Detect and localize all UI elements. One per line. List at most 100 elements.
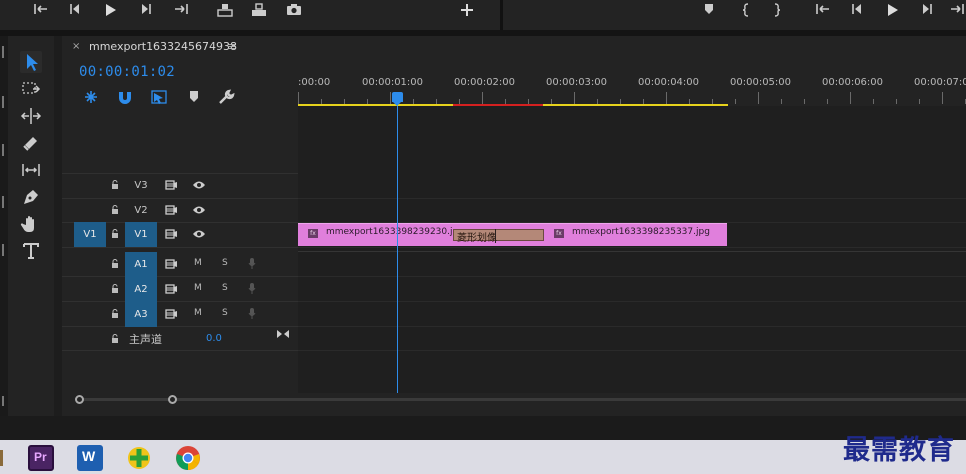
mark-in-button[interactable] [30, 2, 52, 18]
sequence-tab[interactable]: mmexport1633245674938 [89, 40, 237, 53]
add-button[interactable] [456, 2, 478, 18]
premiere-pro-app[interactable]: Pr [28, 445, 54, 471]
zoom-handle-left[interactable] [75, 395, 84, 404]
track-name[interactable]: V1 [125, 222, 157, 247]
safe-360-app[interactable] [126, 445, 152, 471]
export-frame-button[interactable] [283, 2, 305, 18]
track-name[interactable]: V3 [125, 173, 157, 198]
slip-tool[interactable] [20, 159, 42, 181]
toggle-sync-lock-icon[interactable] [165, 205, 177, 215]
zoom-handle-right[interactable] [168, 395, 177, 404]
microphone-icon[interactable] [248, 257, 256, 270]
playhead-line [397, 106, 398, 393]
program-step-back-button[interactable] [846, 2, 868, 18]
source-patch-v1[interactable]: V1 [74, 222, 106, 247]
track-select-icon [22, 82, 41, 94]
step-back-icon [852, 4, 861, 14]
taskbar-edge-app-icon[interactable] [0, 450, 3, 466]
type-tool[interactable] [20, 240, 42, 262]
go-to-out-icon [951, 4, 964, 14]
solo-button[interactable]: S [222, 258, 228, 268]
master-volume-value[interactable]: 0.0 [206, 333, 222, 344]
word-app[interactable]: W [77, 445, 103, 471]
linked-selection-toggle[interactable] [150, 89, 168, 105]
step-back-icon [70, 4, 79, 14]
timeline-settings[interactable] [217, 89, 235, 105]
close-tab-icon[interactable]: × [72, 41, 80, 52]
mute-button[interactable]: M [194, 258, 202, 268]
tools-panel [8, 36, 54, 416]
snap-toggle[interactable] [116, 89, 134, 105]
mark-in-icon [34, 4, 47, 14]
mute-button[interactable]: M [194, 308, 202, 318]
playhead-timecode[interactable]: 00:00:01:02 [79, 64, 175, 80]
overwrite-button[interactable] [248, 2, 270, 18]
panel-divider[interactable] [500, 0, 503, 30]
program-play-button[interactable] [881, 2, 903, 18]
ruler-major-tick [666, 92, 667, 104]
add-marker-timeline[interactable] [185, 89, 203, 105]
step-forward-icon [142, 4, 151, 14]
toggle-sync-lock-icon[interactable] [165, 259, 177, 269]
lock-icon[interactable] [111, 309, 119, 318]
mark-in-bracket-button[interactable] [735, 2, 757, 18]
ruler-label: 00:00:02:00 [454, 77, 516, 88]
video-clip[interactable]: fx mmexport1633398239230.jpg [298, 223, 464, 246]
go-to-in-button[interactable] [812, 2, 834, 18]
mark-out-bracket-button[interactable] [766, 2, 788, 18]
mute-button[interactable]: M [194, 283, 202, 293]
lock-icon[interactable] [111, 205, 119, 214]
eye-icon[interactable] [192, 205, 206, 215]
wrench-icon [219, 89, 235, 104]
chrome-app[interactable] [175, 445, 201, 471]
track-name[interactable]: V2 [125, 198, 157, 223]
go-to-out-button[interactable] [946, 2, 966, 18]
lock-icon[interactable] [111, 259, 119, 268]
ruler-label: 00:00:03:00 [546, 77, 608, 88]
marker-icon [705, 4, 713, 14]
nest-toggle[interactable] [82, 89, 100, 105]
lock-icon[interactable] [111, 229, 119, 238]
toggle-sync-lock-icon[interactable] [165, 284, 177, 294]
insert-button[interactable] [214, 2, 236, 18]
hand-tool[interactable] [20, 213, 42, 235]
microphone-icon[interactable] [248, 307, 256, 320]
mark-out-button[interactable] [170, 2, 192, 18]
step-back-button[interactable] [64, 2, 86, 18]
pen-tool[interactable] [20, 186, 42, 208]
microphone-icon[interactable] [248, 282, 256, 295]
watermark: 最需教育 [843, 435, 955, 466]
toggle-sync-lock-icon[interactable] [165, 180, 177, 190]
fx-badge: fx [308, 229, 318, 238]
solo-button[interactable]: S [222, 283, 228, 293]
step-forward-button[interactable] [135, 2, 157, 18]
toggle-sync-lock-icon[interactable] [165, 309, 177, 319]
eye-icon[interactable] [192, 229, 206, 239]
video-clip[interactable]: fx mmexport1633398235337.jpg [544, 223, 727, 246]
toggle-sync-lock-icon[interactable] [165, 229, 177, 239]
lock-icon[interactable] [111, 180, 119, 189]
track-name[interactable]: A3 [125, 302, 157, 327]
program-step-forward-button[interactable] [916, 2, 938, 18]
track-select-tool[interactable] [20, 78, 42, 100]
video-transition[interactable]: 菱形划像 [453, 229, 544, 244]
lock-icon[interactable] [111, 284, 119, 293]
hand-icon [20, 216, 34, 232]
play-button[interactable] [99, 2, 121, 18]
master-track-name: 主声道 [129, 333, 162, 346]
panel-menu-icon[interactable]: ≡ [227, 40, 236, 53]
selection-tool[interactable] [20, 51, 42, 73]
lock-icon[interactable] [111, 334, 119, 343]
ripple-edit-tool[interactable] [20, 105, 42, 127]
track-name[interactable]: A1 [125, 252, 157, 277]
word-icon-label: W [82, 448, 96, 464]
razor-tool[interactable] [20, 132, 42, 154]
ruler-major-tick [850, 92, 851, 104]
eye-icon[interactable] [192, 180, 206, 190]
track-name[interactable]: A2 [125, 277, 157, 302]
scroll-track[interactable] [78, 398, 966, 401]
add-marker-button[interactable] [698, 2, 720, 18]
solo-button[interactable]: S [222, 308, 228, 318]
go-to-edit-point-icon[interactable] [276, 329, 290, 339]
premiere-icon-label: Pr [34, 450, 47, 464]
